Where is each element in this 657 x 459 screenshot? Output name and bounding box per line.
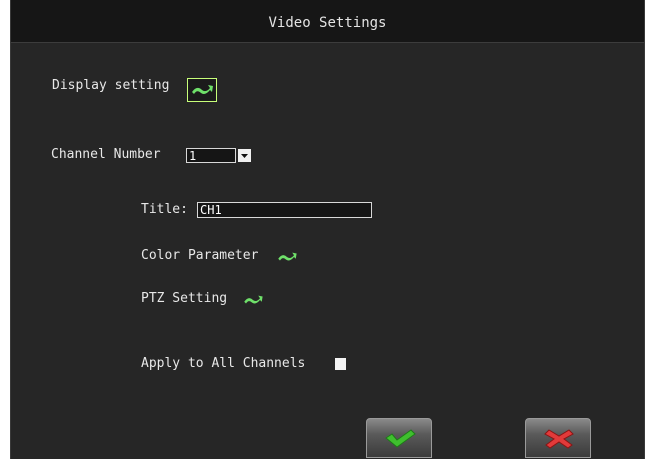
green-arrow-icon — [278, 252, 297, 261]
green-arrow-icon — [244, 295, 263, 304]
confirm-button[interactable] — [366, 418, 432, 458]
green-check-icon — [385, 429, 416, 448]
ptz-setting-button[interactable] — [240, 293, 266, 307]
dropdown-arrow-icon — [241, 154, 248, 158]
cancel-button[interactable] — [525, 418, 591, 458]
channel-number-field[interactable] — [186, 148, 236, 163]
channel-number-dropdown[interactable] — [238, 149, 251, 162]
apply-all-channels-label: Apply to All Channels — [141, 356, 306, 371]
window-title: Video Settings — [11, 0, 644, 43]
display-setting-label: Display setting — [52, 78, 170, 93]
title-input[interactable] — [197, 202, 372, 218]
red-x-icon — [544, 429, 574, 449]
green-arrow-icon — [192, 85, 213, 94]
title-label: Title: — [141, 202, 188, 217]
color-parameter-label: Color Parameter — [141, 248, 259, 263]
color-parameter-button[interactable] — [274, 250, 300, 264]
video-settings-window: Video Settings Display setting Channel N… — [10, 0, 645, 459]
apply-all-channels-checkbox[interactable] — [335, 358, 346, 370]
channel-number-label: Channel Number — [51, 147, 161, 162]
ptz-setting-label: PTZ Setting — [141, 291, 228, 306]
display-setting-button[interactable] — [187, 78, 217, 102]
